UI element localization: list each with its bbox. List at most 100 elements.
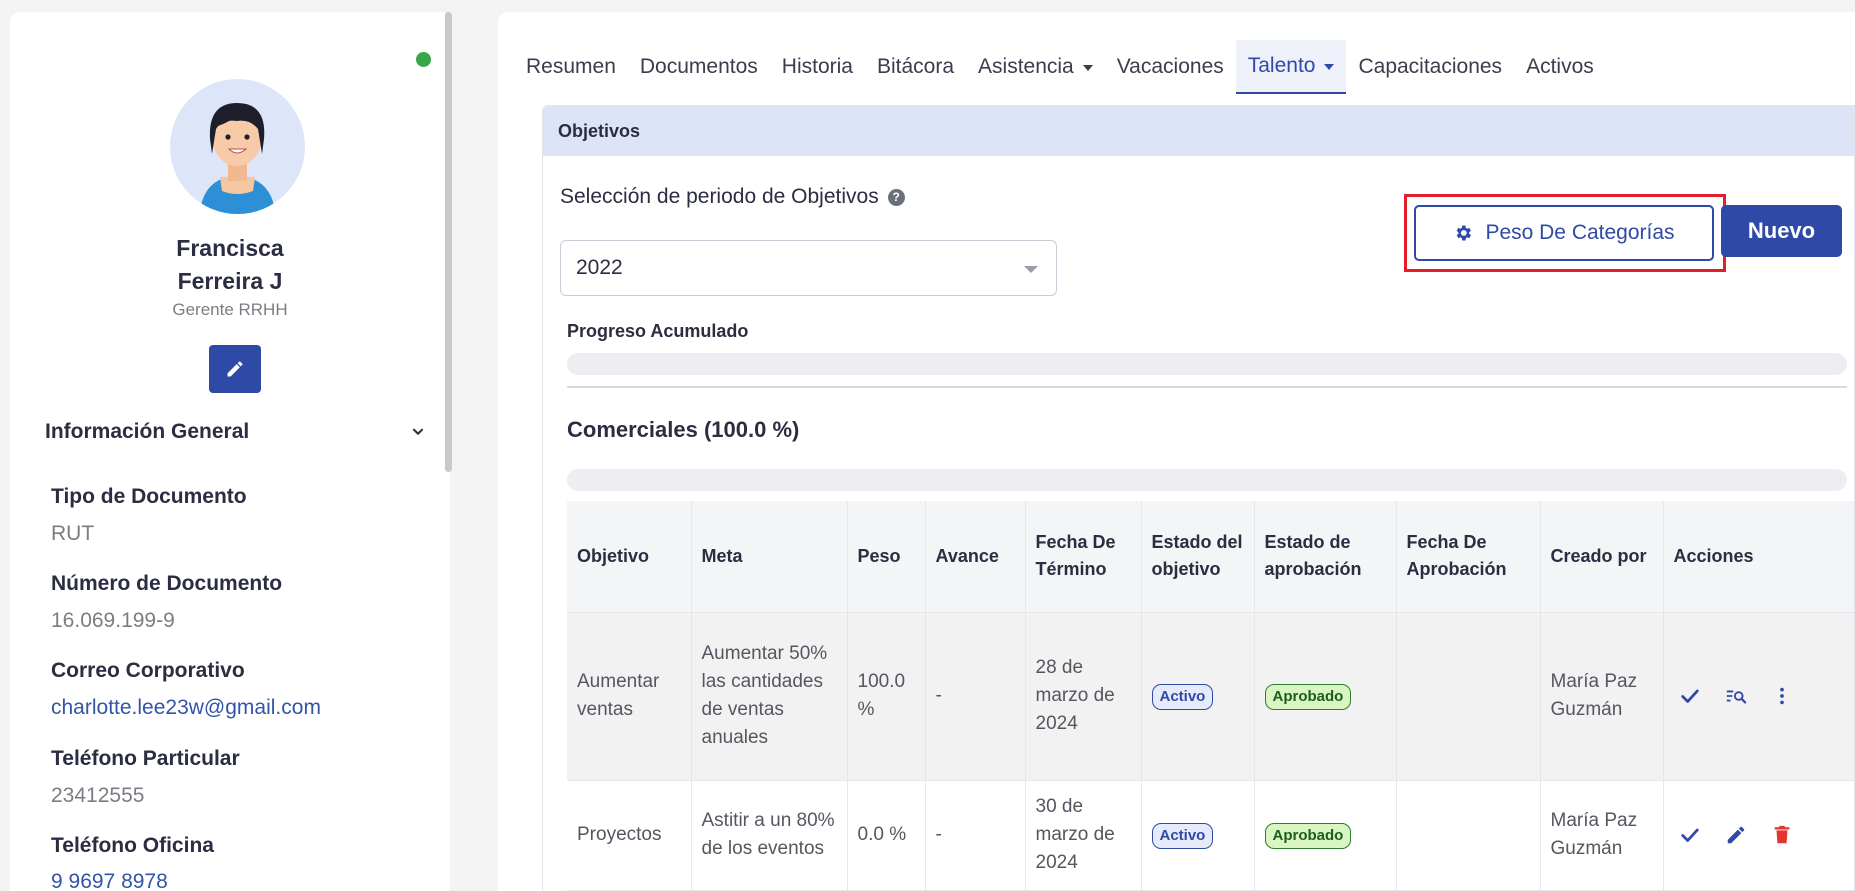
tab-label: Capacitaciones bbox=[1358, 55, 1503, 78]
caret-down-icon bbox=[1082, 65, 1093, 71]
period-selector-label: Selección de periodo de Objetivos ? bbox=[560, 185, 905, 209]
status-badge-aprobado: Aprobado bbox=[1264, 684, 1352, 710]
header-objetivo: Objetivo bbox=[567, 501, 692, 613]
header-peso: Peso bbox=[847, 501, 926, 613]
tab-label: Historia bbox=[781, 55, 853, 78]
tab-label: Activos bbox=[1526, 55, 1594, 78]
tab-historia[interactable]: Historia bbox=[770, 40, 865, 94]
cell-avance: - bbox=[925, 612, 1026, 781]
header-acciones: Acciones bbox=[1663, 501, 1854, 613]
period-select[interactable]: 2022 bbox=[560, 240, 1057, 296]
cell-peso: 0.0 % bbox=[847, 780, 926, 891]
header-estado-aprobacion: Estado de aprobación bbox=[1254, 501, 1397, 613]
header-creado-por: Creado por bbox=[1540, 501, 1664, 613]
cell-avance: - bbox=[925, 780, 1026, 891]
gear-icon bbox=[1457, 225, 1472, 241]
status-badge-activo: Activo bbox=[1151, 684, 1214, 710]
accumulated-progress-bar bbox=[567, 353, 1847, 375]
tab-activos[interactable]: Activos bbox=[1514, 40, 1606, 94]
cell-fecha-termino: 28 de marzo de 2024 bbox=[1025, 612, 1142, 781]
main-panel: Resumen Documentos Historia Bitácora Asi… bbox=[498, 12, 1855, 891]
tab-label: Resumen bbox=[526, 55, 616, 78]
cell-acciones bbox=[1663, 612, 1854, 781]
cell-meta: Astitir a un 80% de los eventos bbox=[691, 780, 848, 891]
view-details-icon[interactable] bbox=[1724, 684, 1748, 708]
header-fecha-termino: Fecha De Término bbox=[1025, 501, 1142, 613]
edit-profile-button[interactable] bbox=[209, 345, 261, 393]
header-meta: Meta bbox=[691, 501, 848, 613]
field-label-personal-phone: Teléfono Particular bbox=[51, 747, 240, 770]
online-status-indicator bbox=[416, 52, 431, 67]
profile-panel-scrollbar[interactable] bbox=[445, 12, 452, 472]
help-icon[interactable]: ? bbox=[887, 188, 905, 206]
progress-title: Progreso Acumulado bbox=[567, 321, 749, 341]
header-avance: Avance bbox=[925, 501, 1026, 613]
tab-label: Asistencia bbox=[978, 55, 1074, 78]
cell-estado: Activo bbox=[1141, 612, 1255, 781]
cell-fecha-aprobacion bbox=[1396, 780, 1541, 891]
more-options-icon[interactable] bbox=[1770, 684, 1794, 708]
tab-label: Vacaciones bbox=[1116, 55, 1224, 78]
header-estado-objetivo: Estado del objetivo bbox=[1141, 501, 1255, 613]
field-value-document-number: 16.069.199-9 bbox=[51, 609, 175, 632]
field-value-document-type: RUT bbox=[51, 522, 95, 545]
field-value-personal-phone: 23412555 bbox=[51, 784, 145, 807]
cell-aprobacion: Aprobado bbox=[1254, 780, 1397, 891]
tab-label: Documentos bbox=[639, 55, 758, 78]
tab-resumen[interactable]: Resumen bbox=[514, 40, 628, 94]
cell-creado-por: María Paz Guzmán bbox=[1540, 780, 1664, 891]
status-badge-aprobado: Aprobado bbox=[1264, 823, 1352, 849]
tab-documentos[interactable]: Documentos bbox=[628, 40, 770, 94]
period-label-text: Selección de periodo de Objetivos bbox=[560, 185, 879, 208]
category-progress-bar bbox=[567, 469, 1847, 491]
objectives-card: Objetivos Selección de periodo de Objeti… bbox=[542, 105, 1855, 891]
approve-check-icon[interactable] bbox=[1678, 684, 1702, 708]
period-select-value: 2022 bbox=[576, 256, 623, 279]
pencil-icon bbox=[227, 361, 243, 377]
objectives-card-title: Objetivos bbox=[543, 106, 1854, 156]
category-title: Comerciales (100.0 %) bbox=[567, 417, 800, 442]
field-label-document-number: Número de Documento bbox=[51, 572, 283, 595]
tab-label: Talento bbox=[1247, 54, 1316, 77]
cell-objetivo: Proyectos bbox=[567, 780, 692, 891]
chevron-down-icon bbox=[1024, 265, 1038, 273]
tab-talento[interactable]: Talento bbox=[1235, 40, 1347, 94]
cell-aprobacion: Aprobado bbox=[1254, 612, 1397, 781]
field-label-document-type: Tipo de Documento bbox=[51, 485, 247, 508]
cell-peso: 100.0 % bbox=[847, 612, 926, 781]
cell-estado: Activo bbox=[1141, 780, 1255, 891]
tab-bitacora[interactable]: Bitácora bbox=[865, 40, 966, 94]
header-fecha-aprobacion: Fecha De Aprobación bbox=[1396, 501, 1541, 613]
general-info-title: Información General bbox=[45, 420, 250, 443]
approve-check-icon[interactable] bbox=[1678, 823, 1702, 847]
delete-trash-icon[interactable] bbox=[1770, 823, 1794, 847]
cell-objetivo: Aumentar ventas bbox=[567, 612, 692, 781]
avatar bbox=[170, 79, 305, 214]
field-value-office-phone[interactable]: 9 9697 8978 bbox=[51, 870, 168, 891]
employee-role: Gerente RRHH bbox=[172, 300, 288, 319]
cell-creado-por: María Paz Guzmán bbox=[1540, 612, 1664, 781]
cell-fecha-aprobacion bbox=[1396, 612, 1541, 781]
tab-capacitaciones[interactable]: Capacitaciones bbox=[1346, 40, 1514, 94]
cell-fecha-termino: 30 de marzo de 2024 bbox=[1025, 780, 1142, 891]
field-label-office-phone: Teléfono Oficina bbox=[51, 834, 214, 857]
cell-acciones bbox=[1663, 780, 1854, 891]
employee-last-name: Ferreira J bbox=[177, 268, 283, 294]
field-value-corporate-email[interactable]: charlotte.lee23w@gmail.com bbox=[51, 696, 321, 720]
table-row: Aumentar ventas Aumentar 50% las cantida… bbox=[567, 612, 1854, 781]
table-row: Proyectos Astitir a un 80% de los evento… bbox=[567, 780, 1854, 891]
tab-label: Bitácora bbox=[876, 55, 955, 78]
objectives-table: Objetivo Meta Peso Avance Fecha De Térmi… bbox=[567, 501, 1854, 891]
category-weight-button[interactable]: Peso De Categorías bbox=[1414, 205, 1714, 261]
chevron-down-icon bbox=[412, 428, 424, 435]
tab-asistencia[interactable]: Asistencia bbox=[966, 40, 1105, 94]
table-header-row: Objetivo Meta Peso Avance Fecha De Térmi… bbox=[567, 501, 1854, 613]
new-objective-button[interactable]: Nuevo bbox=[1721, 205, 1842, 257]
profile-panel: Francisca Ferreira J Gerente RRHH Inform… bbox=[10, 12, 450, 891]
edit-pencil-icon[interactable] bbox=[1724, 823, 1748, 847]
category-weight-label: Peso De Categorías bbox=[1485, 221, 1675, 244]
tab-vacaciones[interactable]: Vacaciones bbox=[1105, 40, 1236, 94]
general-info-toggle[interactable]: Información General bbox=[45, 417, 425, 447]
status-badge-activo: Activo bbox=[1151, 823, 1214, 849]
caret-down-icon bbox=[1324, 64, 1335, 70]
